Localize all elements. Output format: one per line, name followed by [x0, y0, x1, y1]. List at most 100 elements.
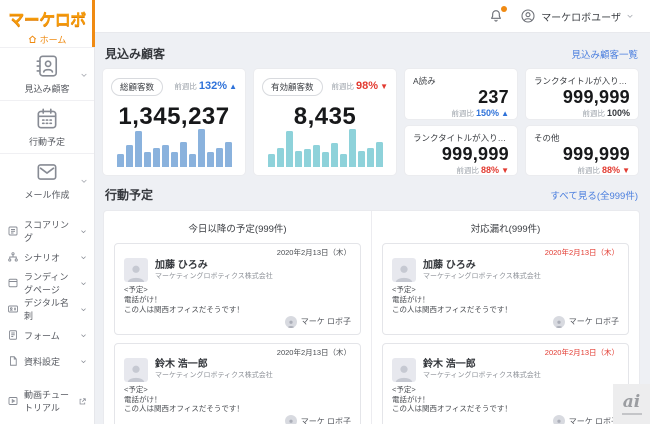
comparison: 前週比 100% [582, 108, 630, 118]
chart-bar [116, 154, 124, 167]
user-avatar-icon [520, 8, 536, 24]
watermark-text: ai [622, 391, 641, 412]
comparison: 前週比 150% ▲ [451, 108, 509, 118]
schedule-section-header: 行動予定 すべて見る(全999件) [105, 186, 638, 203]
metric-card-other: その他 999,999 前週比 88% ▼ [526, 125, 638, 175]
sidebar-primary-nav: 見込み顧客 行動予定 メール作成 [0, 47, 94, 206]
schedule-column-upcoming: 今日以降の予定(999件) 2020年2月13日（木） 加藤 ひろみ マーケティ… [104, 211, 371, 424]
sidebar-item-label: フォーム [24, 330, 60, 341]
content-area: マーケロボユーザ 見込み顧客 見込み顧客一覧 総顧客数 前週比 132% ▲ 1,… [95, 0, 650, 424]
chevron-down-icon [80, 332, 87, 339]
chart-bar [375, 142, 383, 167]
sidebar-item-home[interactable]: ホーム [0, 33, 94, 46]
chart-bar [161, 145, 169, 167]
notification-bell-icon[interactable] [488, 6, 508, 24]
user-name: マーケロボユーザ [541, 12, 621, 24]
metric-card-active-customers: 有効顧客数 前週比 98% ▼ 8,435 [254, 69, 396, 175]
card-notes: <予定> 電話がけ！ この人は関西オフィスだそうです！ [124, 384, 244, 414]
scoring-icon [7, 225, 19, 237]
schedule-panel: 今日以降の予定(999件) 2020年2月13日（木） 加藤 ひろみ マーケティ… [103, 210, 640, 424]
sidebar-item-video-tutorial[interactable]: 動画チュートリアル [0, 388, 94, 414]
metric-card-a-rank: A読み 237 前週比 150% ▲ [405, 69, 517, 119]
chevron-down-icon [80, 280, 87, 287]
schedule-card[interactable]: 2020年2月13日（木） 加藤 ひろみ マーケティングロボティクス株式会社 <… [382, 243, 629, 335]
materials-icon [7, 355, 19, 367]
external-link-icon [78, 397, 87, 406]
chart-bar [285, 131, 293, 167]
sidebar-item-scenario[interactable]: シナリオ [0, 244, 94, 270]
comparison: 前週比 88% ▼ [456, 164, 509, 175]
sidebar-item-scoring[interactable]: スコアリング [0, 218, 94, 244]
trend-down-icon: ▼ [622, 165, 630, 175]
sidebar-item-label: 行動予定 [28, 137, 65, 147]
card-notes: <予定> 電話がけ！ この人は関西オフィスだそうです！ [124, 285, 244, 314]
schedule-card[interactable]: 2020年2月13日（木） 鈴木 浩一郎 マーケティングロボティクス株式会社 <… [382, 342, 629, 424]
chevron-down-icon [80, 358, 87, 365]
prospects-section-title: 見込み顧客 [105, 47, 166, 61]
assignee-avatar-icon [284, 315, 297, 328]
card-date: 2020年2月13日（木） [276, 248, 351, 257]
assignee: マーケ ロボ子 [392, 315, 619, 328]
sidebar-item-email[interactable]: メール作成 [0, 153, 94, 206]
mini-bar-chart-active [262, 127, 388, 167]
app-logo[interactable]: マーケロボ [0, 6, 94, 30]
sidebar-item-label: メール作成 [24, 190, 70, 200]
sidebar-item-schedule[interactable]: 行動予定 [0, 100, 94, 153]
card-notes: <予定> 電話がけ！ この人は関西オフィスだそうです！ [392, 285, 512, 314]
trend-down-icon: ▼ [501, 165, 509, 175]
metric-value: 999,999 [562, 87, 630, 107]
contact-name: 加藤 ひろみ [155, 259, 208, 271]
contact-company: マーケティングロボティクス株式会社 [423, 272, 541, 280]
sidebar-item-form[interactable]: フォーム [0, 322, 94, 348]
metric-badge: 有効顧客数 [262, 78, 323, 96]
chart-bar [366, 148, 374, 167]
assignee: マーケ ロボ子 [124, 415, 351, 424]
metric-card-rank-1: ランクタイトルが入り… 999,999 前週比 100% [526, 69, 638, 119]
chart-bar [357, 151, 365, 167]
sidebar-item-label: デジタル名刺 [24, 298, 69, 321]
sidebar-item-prospects[interactable]: 見込み顧客 [0, 47, 94, 100]
sidebar-item-label: 動画チュートリアル [24, 390, 70, 413]
scenario-icon [7, 251, 19, 263]
sidebar-item-digital-card[interactable]: デジタル名刺 [0, 296, 94, 322]
app-window: マーケロボ ホーム 見込み顧客 行動予定 メール作成 スコアリング シナリオ ラ… [0, 0, 650, 424]
contact-name: 加藤 ひろみ [423, 259, 476, 271]
metric-badge: 総顧客数 [111, 78, 164, 96]
address-book-icon [34, 53, 60, 79]
comparison: 前週比 88% ▼ [577, 164, 630, 175]
assignee-name: マーケ ロボ子 [300, 317, 351, 326]
chart-bar [170, 152, 178, 167]
chart-bar [125, 145, 133, 167]
sidebar: マーケロボ ホーム 見込み顧客 行動予定 メール作成 スコアリング シナリオ ラ… [0, 0, 95, 424]
business-card-icon [7, 303, 19, 315]
contact-name: 鈴木 浩一郎 [155, 359, 208, 371]
contact-avatar-icon [124, 258, 148, 283]
prospects-list-link[interactable]: 見込み顧客一覧 [571, 47, 638, 61]
metric-card-total-customers: 総顧客数 前週比 132% ▲ 1,345,237 [103, 69, 245, 175]
assignee-name: マーケ ロボ子 [568, 416, 619, 424]
contact-company: マーケティングロボティクス株式会社 [155, 372, 273, 380]
schedule-card[interactable]: 2020年2月13日（木） 鈴木 浩一郎 マーケティングロボティクス株式会社 <… [114, 342, 361, 424]
chart-bar [276, 148, 284, 167]
comparison: 前週比 132% ▲ [174, 80, 237, 92]
chevron-down-icon [626, 12, 634, 20]
logo-block[interactable]: マーケロボ ホーム [0, 0, 94, 47]
trend-down-icon: ▼ [380, 82, 388, 91]
calendar-icon [34, 106, 60, 132]
sidebar-item-landing-page[interactable]: ランディングページ [0, 270, 94, 296]
schedule-card[interactable]: 2020年2月13日（木） 加藤 ひろみ マーケティングロボティクス株式会社 <… [114, 243, 361, 335]
assignee-avatar-icon [552, 315, 565, 328]
sidebar-item-label: ランディングページ [24, 272, 69, 295]
chevron-down-icon [80, 177, 88, 185]
chart-bar [215, 148, 223, 167]
chart-bar [188, 154, 196, 167]
chart-bar [348, 129, 356, 167]
user-menu[interactable]: マーケロボユーザ [520, 8, 634, 24]
mini-bar-chart-total [111, 127, 237, 167]
metric-value: 999,999 [562, 143, 630, 164]
chevron-down-icon [80, 71, 88, 79]
see-all-link[interactable]: すべて見る(全999件) [550, 188, 638, 202]
prospects-section-header: 見込み顧客 見込み顧客一覧 [105, 45, 638, 62]
sidebar-item-materials[interactable]: 資料設定 [0, 348, 94, 374]
sidebar-item-label: 資料設定 [24, 356, 61, 367]
